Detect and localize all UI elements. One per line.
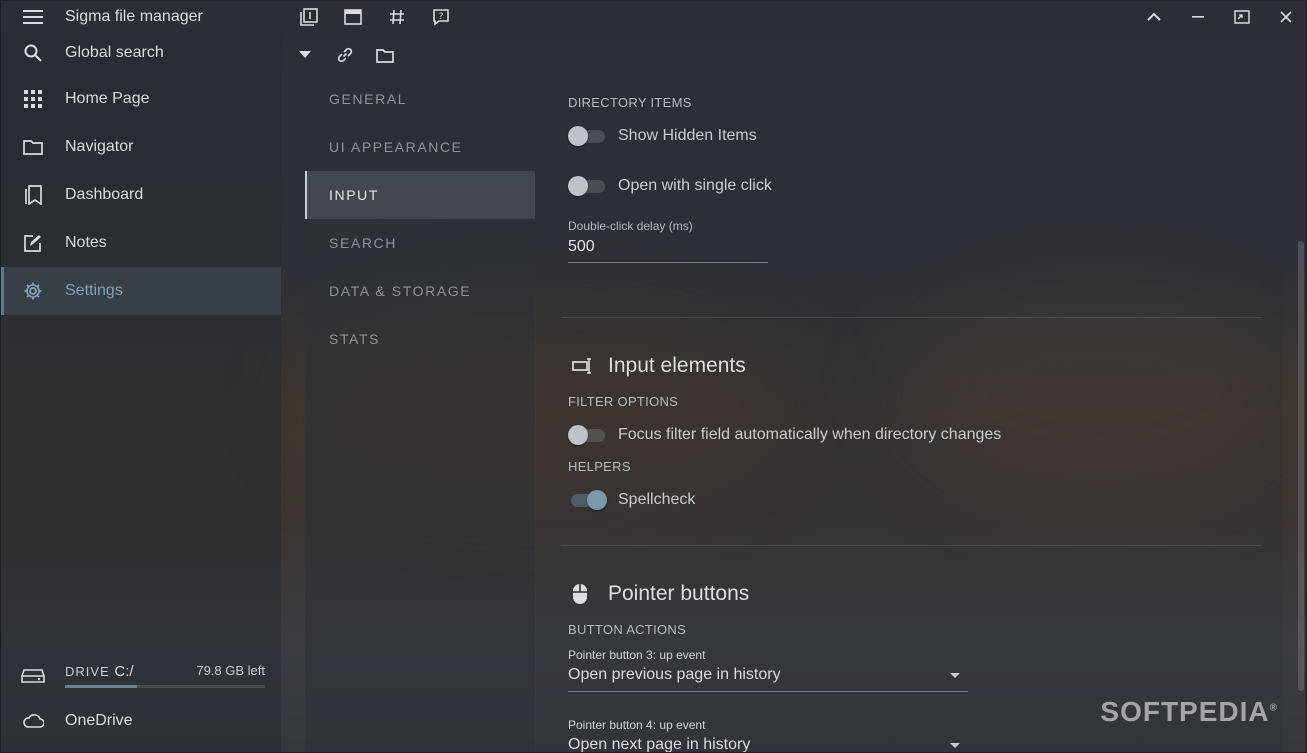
- watermark-registered-mark: ®: [1269, 702, 1278, 714]
- sidebar-item-label: Dashboard: [65, 186, 144, 203]
- folder-icon[interactable]: [365, 39, 405, 71]
- sidebar-item-label: Settings: [65, 282, 123, 299]
- global-search-button[interactable]: Global search: [1, 33, 281, 73]
- chevron-up-icon[interactable]: [1132, 1, 1176, 33]
- toggle-label: Spellcheck: [618, 491, 696, 508]
- focus-filter-toggle[interactable]: Focus filter field automatically when di…: [568, 423, 1001, 447]
- svg-text:?: ?: [439, 12, 444, 22]
- sidebar-item-onedrive[interactable]: OneDrive: [1, 697, 281, 745]
- select-value[interactable]: Open next page in history: [568, 736, 968, 753]
- title-bar: Sigma file manager ?: [1, 1, 1306, 33]
- select-value-text: Open previous page in history: [568, 666, 781, 683]
- sidebar-item-dashboard[interactable]: Dashboard: [1, 171, 281, 219]
- minimize-icon[interactable]: [1176, 1, 1220, 33]
- toggle-switch[interactable]: [568, 124, 606, 148]
- dropdown-arrow-icon[interactable]: [285, 39, 325, 71]
- settings-content: DIRECTORY ITEMS Show Hidden Items Open w…: [536, 75, 1283, 753]
- toggle-label: Show Hidden Items: [618, 127, 757, 144]
- tab-input[interactable]: INPUT: [305, 171, 535, 219]
- select-label: Pointer button 4: up event: [568, 718, 706, 732]
- section-divider: [561, 545, 1261, 546]
- sidebar-item-label: Navigator: [65, 138, 134, 155]
- double-click-delay-field[interactable]: Double-click delay (ms) 500: [568, 219, 768, 263]
- hard-drive-icon: [21, 667, 45, 688]
- menu-icon[interactable]: [1, 1, 65, 33]
- grid-icon: [1, 90, 65, 108]
- tab-ui-appearance[interactable]: UI APPEARANCE: [305, 123, 535, 171]
- sidebar-item-label: Home Page: [65, 90, 150, 107]
- pointer-button-3-select[interactable]: Pointer button 3: up event Open previous…: [568, 648, 968, 692]
- field-label: Double-click delay (ms): [568, 219, 693, 233]
- secondary-toolbar: [285, 35, 405, 75]
- sidebar: Global search Home Page Navigator Dashbo…: [1, 33, 281, 752]
- settings-nav: GENERAL UI APPEARANCE INPUT SEARCH DATA …: [305, 75, 535, 752]
- drive-prefix: DRIVE: [65, 664, 110, 679]
- toggle-switch[interactable]: [568, 174, 606, 198]
- search-icon: [1, 44, 65, 62]
- sidebar-item-label: Notes: [65, 234, 107, 251]
- chevron-down-icon[interactable]: [950, 743, 960, 748]
- sidebar-item-label: OneDrive: [65, 712, 133, 729]
- sidebar-item-navigator[interactable]: Navigator: [1, 123, 281, 171]
- sidebar-item-home-page[interactable]: Home Page: [1, 75, 281, 123]
- edit-icon: [1, 234, 65, 252]
- toggle-label: Open with single click: [618, 177, 772, 194]
- field-value[interactable]: 500: [568, 238, 768, 263]
- tab-general[interactable]: GENERAL: [305, 75, 535, 123]
- section-title-text: Input elements: [608, 354, 746, 377]
- toggle-label: Focus filter field automatically when di…: [618, 426, 1002, 443]
- drive-usage-bar: [65, 685, 265, 688]
- subheader-directory-items: DIRECTORY ITEMS: [568, 95, 692, 110]
- open-single-click-toggle[interactable]: Open with single click: [568, 174, 772, 198]
- subheader-helpers: HELPERS: [568, 459, 631, 474]
- section-title-input-elements: Input elements: [572, 351, 746, 381]
- subheader-button-actions: BUTTON ACTIONS: [568, 622, 687, 637]
- drive-usage-fill: [65, 685, 137, 688]
- scrollbar[interactable]: [1298, 241, 1304, 691]
- global-search-label: Global search: [65, 44, 164, 61]
- subheader-filter-options: FILTER OPTIONS: [568, 394, 679, 409]
- tab-data-storage[interactable]: DATA & STORAGE: [305, 267, 535, 315]
- sidebar-item-notes[interactable]: Notes: [1, 219, 281, 267]
- link-icon[interactable]: [325, 39, 365, 71]
- select-value-text: Open next page in history: [568, 736, 751, 753]
- pointer-button-4-select[interactable]: Pointer button 4: up event Open next pag…: [568, 718, 968, 753]
- input-field-icon: [572, 357, 608, 375]
- hashtag-icon[interactable]: [375, 1, 419, 33]
- chevron-down-icon[interactable]: [950, 673, 960, 678]
- cloud-icon: [1, 713, 65, 729]
- window-icon[interactable]: [331, 1, 375, 33]
- maximize-icon[interactable]: [1220, 1, 1264, 33]
- folder-icon: [1, 139, 65, 155]
- section-title-text: Pointer buttons: [608, 582, 750, 605]
- pages-icon[interactable]: [287, 1, 331, 33]
- sidebar-item-settings[interactable]: Settings: [1, 267, 281, 315]
- app-window: Sigma file manager ? Global search Home …: [0, 0, 1307, 753]
- show-hidden-items-toggle[interactable]: Show Hidden Items: [568, 124, 757, 148]
- app-title: Sigma file manager: [65, 8, 203, 25]
- spellcheck-toggle[interactable]: Spellcheck: [568, 488, 695, 512]
- tab-stats[interactable]: STATS: [305, 315, 535, 363]
- select-value[interactable]: Open previous page in history: [568, 666, 968, 692]
- feedback-icon[interactable]: ?: [419, 1, 463, 33]
- section-title-pointer-buttons: Pointer buttons: [572, 579, 749, 609]
- close-icon[interactable]: [1264, 1, 1306, 33]
- mouse-icon: [572, 583, 608, 605]
- watermark-logo: SOFTPEDIA®: [1100, 696, 1278, 728]
- section-divider: [561, 317, 1261, 318]
- drive-name: C:/: [114, 663, 134, 680]
- drive-free-space: 79.8 GB left: [196, 663, 265, 678]
- bookmarks-icon: [1, 185, 65, 205]
- toggle-switch[interactable]: [568, 488, 607, 512]
- toggle-switch[interactable]: [568, 423, 606, 447]
- gear-icon: [1, 281, 65, 301]
- tab-search[interactable]: SEARCH: [305, 219, 535, 267]
- watermark-text: SOFTPEDIA: [1100, 696, 1270, 727]
- select-label: Pointer button 3: up event: [568, 648, 706, 662]
- drive-label: DRIVE C:/: [65, 663, 134, 680]
